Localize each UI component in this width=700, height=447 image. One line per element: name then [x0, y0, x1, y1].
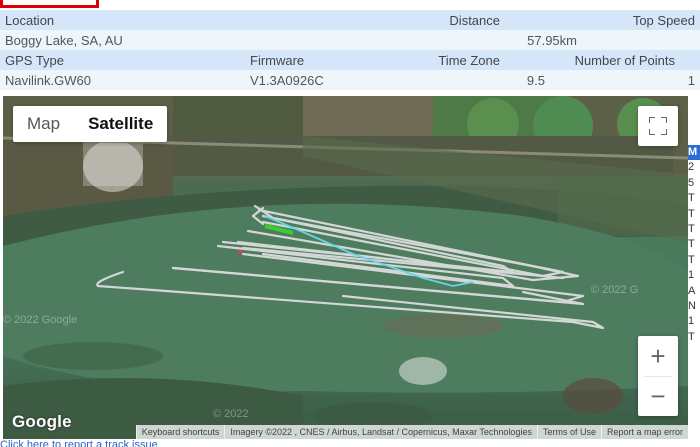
side-panel-line-3: T [688, 192, 695, 205]
report-map-error-link[interactable]: Report a map error [600, 425, 688, 439]
top-speed-header: Top Speed [505, 10, 700, 30]
side-panel-line-9: A [688, 284, 696, 297]
time-zone-header: Time Zone [350, 50, 505, 70]
keyboard-shortcuts-link[interactable]: Keyboard shortcuts [135, 425, 225, 439]
map-type-control: Map Satellite [13, 106, 168, 142]
zoom-control: + − [638, 336, 678, 416]
side-panel-line-5: T [688, 223, 695, 236]
zoom-out-button[interactable]: − [638, 376, 678, 416]
report-track-issue-link[interactable]: Click here to report a track issue [0, 439, 158, 447]
side-panel-line-8: 1 [688, 269, 695, 282]
imagery-credit: Imagery ©2022 , CNES / Airbus, Landsat /… [224, 425, 537, 439]
side-panel-partial: M 2 5 T T T T T 1 A N 1 T [688, 145, 700, 345]
summary-header-row-1: Location Distance Top Speed [0, 10, 700, 30]
distance-header: Distance [350, 10, 505, 30]
zoom-in-button[interactable]: + [638, 336, 678, 376]
side-panel-line-2: 5 [688, 176, 695, 189]
fullscreen-button[interactable] [638, 106, 678, 146]
gps-type-value: Navilink.GW60 [0, 70, 160, 90]
firmware-value: V1.3A0926C [160, 70, 350, 90]
summary-header-row-2: GPS Type Firmware Time Zone Number of Po… [0, 50, 700, 70]
side-panel-line-11: 1 [688, 315, 695, 328]
map-watermark-bottom: © 2022 [213, 408, 249, 420]
side-panel-line-10: N [688, 300, 696, 313]
satellite-map[interactable]: © 2022 G © 2022 Google © 2022 Map Satell… [3, 96, 688, 439]
terms-of-use-link[interactable]: Terms of Use [536, 425, 601, 439]
firmware-header: Firmware [160, 50, 350, 70]
map-type-map-button[interactable]: Map [13, 106, 74, 142]
side-panel-line-12: T [688, 330, 695, 343]
summary-value-row-2: Navilink.GW60 V1.3A0926C 9.5 1 [0, 70, 700, 90]
map-watermark-left: © 2022 Google [3, 314, 78, 326]
side-panel-line-7: T [688, 253, 695, 266]
side-panel-line-4: T [688, 207, 695, 220]
location-header: Location [0, 10, 160, 30]
side-panel-line-1: 2 [688, 161, 695, 174]
side-panel-line-6: T [688, 238, 695, 251]
track-summary-table: Location Distance Top Speed Boggy Lake, … [0, 10, 700, 90]
map-type-satellite-button[interactable]: Satellite [74, 106, 167, 142]
google-logo: Google [12, 412, 72, 431]
distance-value: 57.95km [350, 30, 577, 50]
active-tab-outline [0, 0, 99, 8]
location-value: Boggy Lake, SA, AU [0, 30, 350, 50]
map-attribution-bar: Keyboard shortcuts Imagery ©2022 , CNES … [135, 425, 688, 439]
zoom-divider [644, 376, 672, 377]
summary-value-row-1: Boggy Lake, SA, AU 57.95km [0, 30, 700, 50]
gps-track [96, 204, 605, 330]
gps-type-header: GPS Type [0, 50, 160, 70]
points-header: Number of Points [505, 50, 700, 70]
map-watermark-right: © 2022 G [591, 284, 639, 296]
side-panel-line-0: M [688, 145, 700, 161]
fullscreen-icon [649, 117, 667, 135]
time-zone-value: 9.5 [350, 70, 545, 90]
